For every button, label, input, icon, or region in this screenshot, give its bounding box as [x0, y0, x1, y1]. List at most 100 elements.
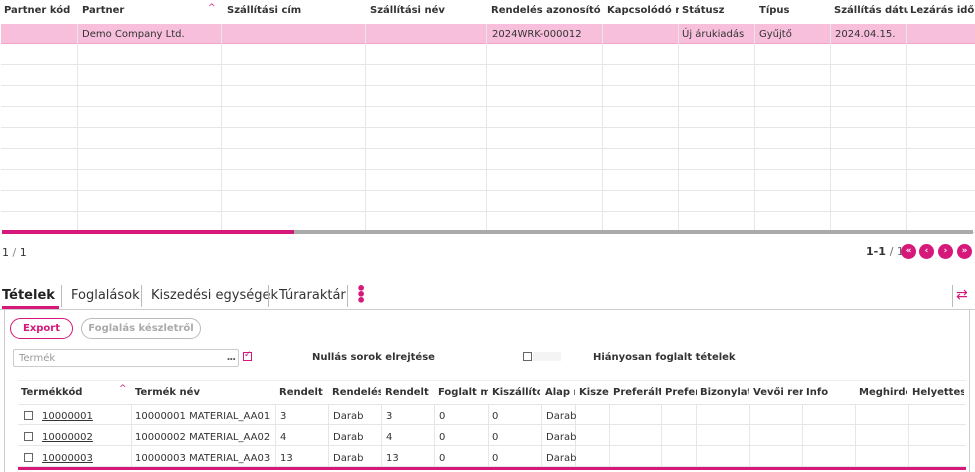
cell-szallitas-datum: 2024.04.15. — [835, 29, 896, 40]
tab-turaraktar[interactable]: Túraraktár — [279, 288, 346, 303]
tab-tetelek[interactable]: Tételek — [2, 288, 55, 303]
more-tabs-icon[interactable]: • • • — [356, 281, 366, 309]
foglalas-keszletrol-button[interactable]: Foglalás készletről — [81, 318, 201, 339]
last-page-icon[interactable]: » — [957, 244, 972, 259]
product-search-input[interactable]: Termék ... — [13, 349, 239, 367]
row-select-checkbox[interactable] — [24, 411, 33, 420]
items-scrollbar-thumb[interactable] — [18, 467, 966, 470]
horizontal-scrollbar-thumb[interactable] — [2, 230, 294, 234]
export-button[interactable]: Export — [10, 318, 73, 339]
cell-alap-me: Darab — [546, 453, 577, 464]
tab-kiszedesi-egysegek[interactable]: Kiszedési egységek — [151, 288, 278, 303]
cell-foglalt-menny: 0 — [439, 453, 446, 464]
swap-icon[interactable]: ⇄ — [956, 287, 968, 303]
column-divider — [696, 405, 697, 467]
empty-row — [1, 66, 975, 86]
column-divider — [488, 405, 489, 467]
col-kiszallitott[interactable]: Kiszállíto — [492, 387, 540, 398]
search-lookup-icon[interactable]: ... — [227, 352, 236, 363]
col-rendelt-menny[interactable]: Rendelt m — [279, 387, 327, 398]
tab-divider — [268, 285, 269, 307]
cell-rendelesi-egyseg: Darab — [333, 411, 364, 422]
col-vevoi-rendeles[interactable]: Vevői ren — [753, 387, 803, 398]
col-rendelesi-egyseg[interactable]: Rendelési — [332, 387, 381, 398]
order-row-selected[interactable]: Demo Company Ltd. 2024WRK-000012 Új áruk… — [1, 24, 975, 44]
col-alap-me[interactable]: Alap m — [545, 387, 575, 398]
cell-alap-me: Darab — [546, 432, 577, 443]
tab-divider — [61, 285, 62, 307]
tab-divider — [952, 285, 953, 307]
cell-rendelt-menny: 4 — [280, 432, 287, 443]
cell-tipus: Gyűjtő — [759, 29, 792, 40]
sort-asc-icon[interactable]: ^ — [119, 384, 127, 394]
cell-rendelt-menny-2: 13 — [386, 453, 399, 464]
empty-row — [1, 45, 975, 65]
col-meghirdetett[interactable]: Meghirde — [859, 387, 907, 398]
column-divider — [802, 405, 803, 467]
cell-foglalt-menny: 0 — [439, 432, 446, 443]
first-page-icon[interactable]: « — [901, 244, 916, 259]
cell-rendelesi-egyseg: Darab — [333, 432, 364, 443]
col-kiszedes[interactable]: Kiszec — [579, 387, 609, 398]
tab-divider — [141, 285, 142, 307]
cell-rendelesi-egyseg: Darab — [333, 453, 364, 464]
row-select-checkbox[interactable] — [24, 432, 33, 441]
column-divider — [678, 24, 679, 230]
col-lezaras-idopont[interactable]: Lezárás időp — [910, 5, 975, 16]
col-rendeles-azonosito[interactable]: Rendelés azonosító — [491, 5, 601, 16]
nullas-sorok-checkbox[interactable] — [243, 350, 252, 361]
product-search-placeholder: Termék — [19, 353, 56, 364]
column-divider — [434, 405, 435, 467]
empty-row — [1, 150, 975, 170]
col-helyettes[interactable]: Helyettes — [912, 387, 964, 398]
column-divider — [381, 405, 382, 467]
sort-asc-icon[interactable]: ^ — [208, 3, 216, 13]
col-foglalt-menny[interactable]: Foglalt m. — [438, 387, 488, 398]
column-divider — [365, 24, 366, 230]
page-indicator: 1 / 1 — [2, 246, 27, 259]
col-bizonylat[interactable]: Bizonylat — [700, 387, 749, 398]
cell-kiszallitott: 0 — [492, 453, 499, 464]
product-code-link[interactable]: 10000002 — [42, 432, 93, 443]
col-info[interactable]: Info — [806, 387, 852, 398]
col-termekkod[interactable]: Termékkód — [21, 387, 116, 398]
cell-rendeles-azonosito: 2024WRK-000012 — [492, 29, 582, 40]
prev-page-icon[interactable]: ‹ — [919, 244, 934, 259]
col-preferalt[interactable]: Preferált — [613, 387, 661, 398]
cell-statusz: Új árukiadás — [682, 29, 745, 40]
col-partner-kod[interactable]: Partner kód — [4, 5, 76, 16]
tab-foglalasok[interactable]: Foglalások — [71, 288, 140, 303]
col-szallitasi-cim[interactable]: Szállítási cím — [227, 5, 363, 16]
next-page-icon[interactable]: › — [938, 244, 953, 259]
col-szallitas-datum[interactable]: Szállítás dátur — [834, 5, 908, 16]
record-range-value: 1-1 — [866, 245, 886, 258]
col-tipus[interactable]: Típus — [759, 5, 829, 16]
column-divider — [486, 24, 487, 230]
nullas-sorok-label: Nullás sorok elrejtése — [312, 352, 435, 363]
row-select-checkbox[interactable] — [24, 453, 33, 462]
column-divider — [749, 405, 750, 467]
product-code-link[interactable]: 10000003 — [42, 453, 93, 464]
col-statusz[interactable]: Státusz — [682, 5, 754, 16]
cell-kiszallitott: 0 — [492, 411, 499, 422]
cell-rendelt-menny-2: 3 — [386, 411, 393, 422]
cell-termek-nev: 10000002 MATERIAL_AA02 — [135, 432, 271, 443]
col-partner[interactable]: Partner — [82, 5, 202, 16]
tab-divider — [347, 285, 348, 307]
col-prefer[interactable]: Prefer — [665, 387, 697, 398]
column-divider — [275, 405, 276, 467]
record-range: 1-1 / 1 — [866, 245, 904, 258]
col-kapcsolodo[interactable]: Kapcsolódó re — [607, 5, 679, 16]
hianyosan-foglalt-label: Hiányosan foglalt tételek — [593, 352, 736, 363]
product-code-link[interactable]: 10000001 — [42, 411, 93, 422]
hianyosan-foglalt-checkbox[interactable] — [523, 352, 532, 361]
column-divider — [906, 24, 907, 230]
empty-row — [1, 171, 975, 191]
col-rendelt-menny-2[interactable]: Rendelt m — [385, 387, 433, 398]
orders-grid-body: Demo Company Ltd. 2024WRK-000012 Új áruk… — [1, 24, 975, 233]
col-termek-nev[interactable]: Termék név — [135, 387, 273, 398]
empty-row — [1, 129, 975, 149]
col-szallitasi-nev[interactable]: Szállítási név — [370, 5, 484, 16]
column-divider — [754, 24, 755, 230]
page-current: 1 — [2, 246, 9, 259]
